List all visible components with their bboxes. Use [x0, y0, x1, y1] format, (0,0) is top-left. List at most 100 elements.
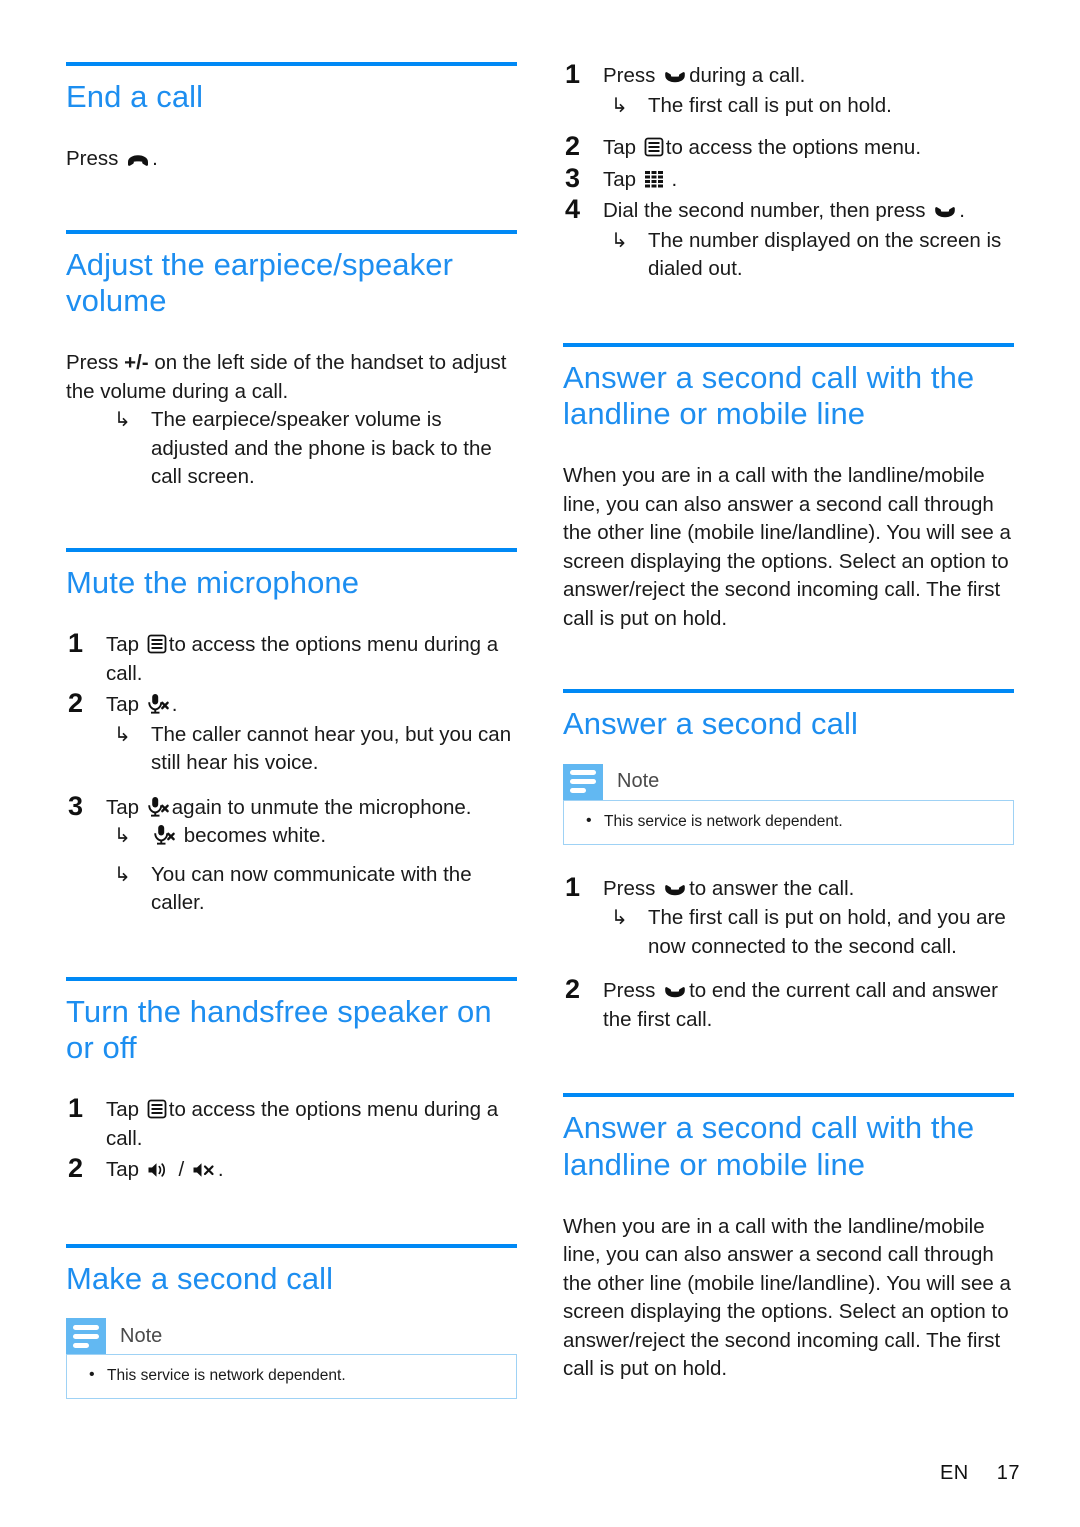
step-text-before: Dial the second number, then press [603, 199, 926, 222]
result-line: ↳ The earpiece/speaker volume is adjusted… [66, 406, 517, 492]
speaker-off-icon [192, 1161, 216, 1179]
end-a-call-instruction: Press . [66, 145, 517, 174]
step-number: 4 [565, 194, 581, 224]
step-number: 2 [565, 974, 581, 1005]
arrow-icon: ↳ [114, 723, 131, 746]
step-number: 2 [68, 1153, 84, 1184]
result-text: becomes white. [183, 824, 327, 848]
left-column: End a call Press . Adjust the earpiece/s… [66, 62, 517, 1400]
note-title: Note [617, 770, 660, 793]
options-menu-icon [147, 634, 167, 654]
mic-mute-icon [147, 796, 170, 817]
list-item: 3 Tap . [563, 162, 1014, 195]
answer-second-call-steps: 1 Press to answer the call. ↳ The first c… [563, 871, 1014, 1035]
mute-microphone-steps: 1 Tap to access the options menu during … [66, 628, 517, 918]
result-text: The number displayed on the screen is di… [648, 228, 1002, 281]
list-item: 2 Tap . ↳ The caller cannot hear you, but… [66, 688, 517, 778]
arrow-icon: ↳ [114, 863, 131, 886]
dialpad-icon [644, 169, 664, 189]
step-number: 3 [565, 162, 581, 193]
mic-mute-icon [147, 693, 170, 714]
list-item: 1 Tap to access the options menu during … [66, 1093, 517, 1153]
page-title-answer-second-call: Answer a second call [563, 706, 858, 742]
result-text: The first call is put on hold, and you a… [648, 906, 1006, 958]
step-text-before: Press [603, 64, 656, 87]
step-text-before: Tap [106, 795, 140, 819]
result-text: The caller cannot hear you, but you can … [151, 722, 512, 775]
period: . [152, 147, 158, 171]
heading-rule [66, 547, 517, 552]
answer-call-icon [663, 984, 687, 1000]
step-number: 1 [68, 1093, 84, 1124]
step-text-after: . [217, 1158, 224, 1182]
result-line: ↳ The first call is put on hold, and you … [603, 904, 1014, 961]
list-item: 1 Press to answer the call. ↳ The first c… [563, 871, 1014, 962]
step-number: 2 [565, 131, 581, 161]
mic-mute-icon [153, 824, 176, 845]
arrow-icon: ↳ [114, 825, 131, 848]
step-text-before: Tap [603, 136, 637, 159]
page-title-handsfree-speaker: Turn the handsfree speaker on or off [66, 993, 492, 1065]
section-adjust-volume: Adjust the earpiece/speaker volume Press… [66, 229, 517, 492]
footer-page-number: 17 [996, 1462, 1020, 1484]
make-second-call-steps-continued: 1 Press during a call. ↳ The first call i… [563, 59, 1014, 284]
step-number: 1 [565, 871, 581, 902]
step-text-after: to answer the call. [689, 876, 855, 900]
arrow-icon: ↳ [611, 907, 628, 930]
note-list: This service is network dependent. [81, 1365, 502, 1386]
footer-language: EN [939, 1462, 969, 1484]
result-text: You can now communicate with the caller. [151, 862, 472, 915]
step-text-after: again to unmute the microphone. [171, 795, 472, 819]
page-title-mute-microphone: Mute the microphone [66, 564, 360, 600]
section-answer-second-call: Answer a second call Note This service i… [563, 689, 1014, 1034]
list-item: 2 Press to end the current call and answ… [563, 974, 1014, 1034]
note-title: Note [120, 1324, 163, 1347]
result-text: The first call is put on hold. [648, 93, 892, 117]
list-item: 1 Press during a call. ↳ The first call i… [563, 59, 1014, 121]
result-line: ↳ You can now communicate with the caller… [106, 861, 517, 918]
step-text-before: Press [603, 979, 656, 1003]
heading-rule [66, 62, 517, 66]
step-text-after: . [959, 199, 965, 222]
step-text-before: Press [603, 876, 656, 900]
step-text-before: Tap [106, 633, 140, 657]
note-icon [563, 763, 603, 800]
note-tab: Note [563, 763, 660, 800]
step-text-before: Tap [106, 693, 140, 717]
list-item: 2 Tap / . [66, 1153, 517, 1185]
page-title-answer-second-landline-2: Answer a second call with the landline o… [563, 1110, 975, 1182]
result-line: ↳ The first call is put on hold. [603, 92, 1014, 121]
heading-rule [66, 1243, 517, 1248]
answer-second-landline-paragraph-1: When you are in a call with the landline… [563, 464, 1011, 630]
note-tab: Note [66, 1318, 163, 1355]
step-number: 3 [68, 790, 84, 821]
step-text-after: to access the options menu. [665, 136, 922, 159]
step-text-after: . [171, 693, 178, 717]
note-body: This service is network dependent. [563, 799, 1014, 845]
manual-page: End a call Press . Adjust the earpiece/s… [0, 0, 1080, 1527]
options-menu-icon [147, 1099, 167, 1119]
list-item: This service is network dependent. [578, 811, 999, 832]
heading-rule [66, 229, 517, 234]
note-box: Note This service is network dependent. [66, 1317, 517, 1400]
step-text-before: Tap [603, 167, 637, 191]
arrow-icon: ↳ [114, 409, 131, 432]
heading-rule [563, 342, 1014, 347]
answer-second-landline-paragraph-2: When you are in a call with the landline… [563, 1214, 1011, 1381]
note-body: This service is network dependent. [66, 1354, 517, 1400]
list-item: 1 Tap to access the options menu during … [66, 628, 517, 688]
page-title-end-a-call: End a call [66, 79, 204, 114]
list-item: This service is network dependent. [81, 1365, 502, 1386]
section-end-a-call: End a call Press . [66, 62, 517, 174]
section-make-second-call: Make a second call Note This service is … [66, 1243, 517, 1400]
volume-keys-label: +/- [124, 351, 149, 375]
